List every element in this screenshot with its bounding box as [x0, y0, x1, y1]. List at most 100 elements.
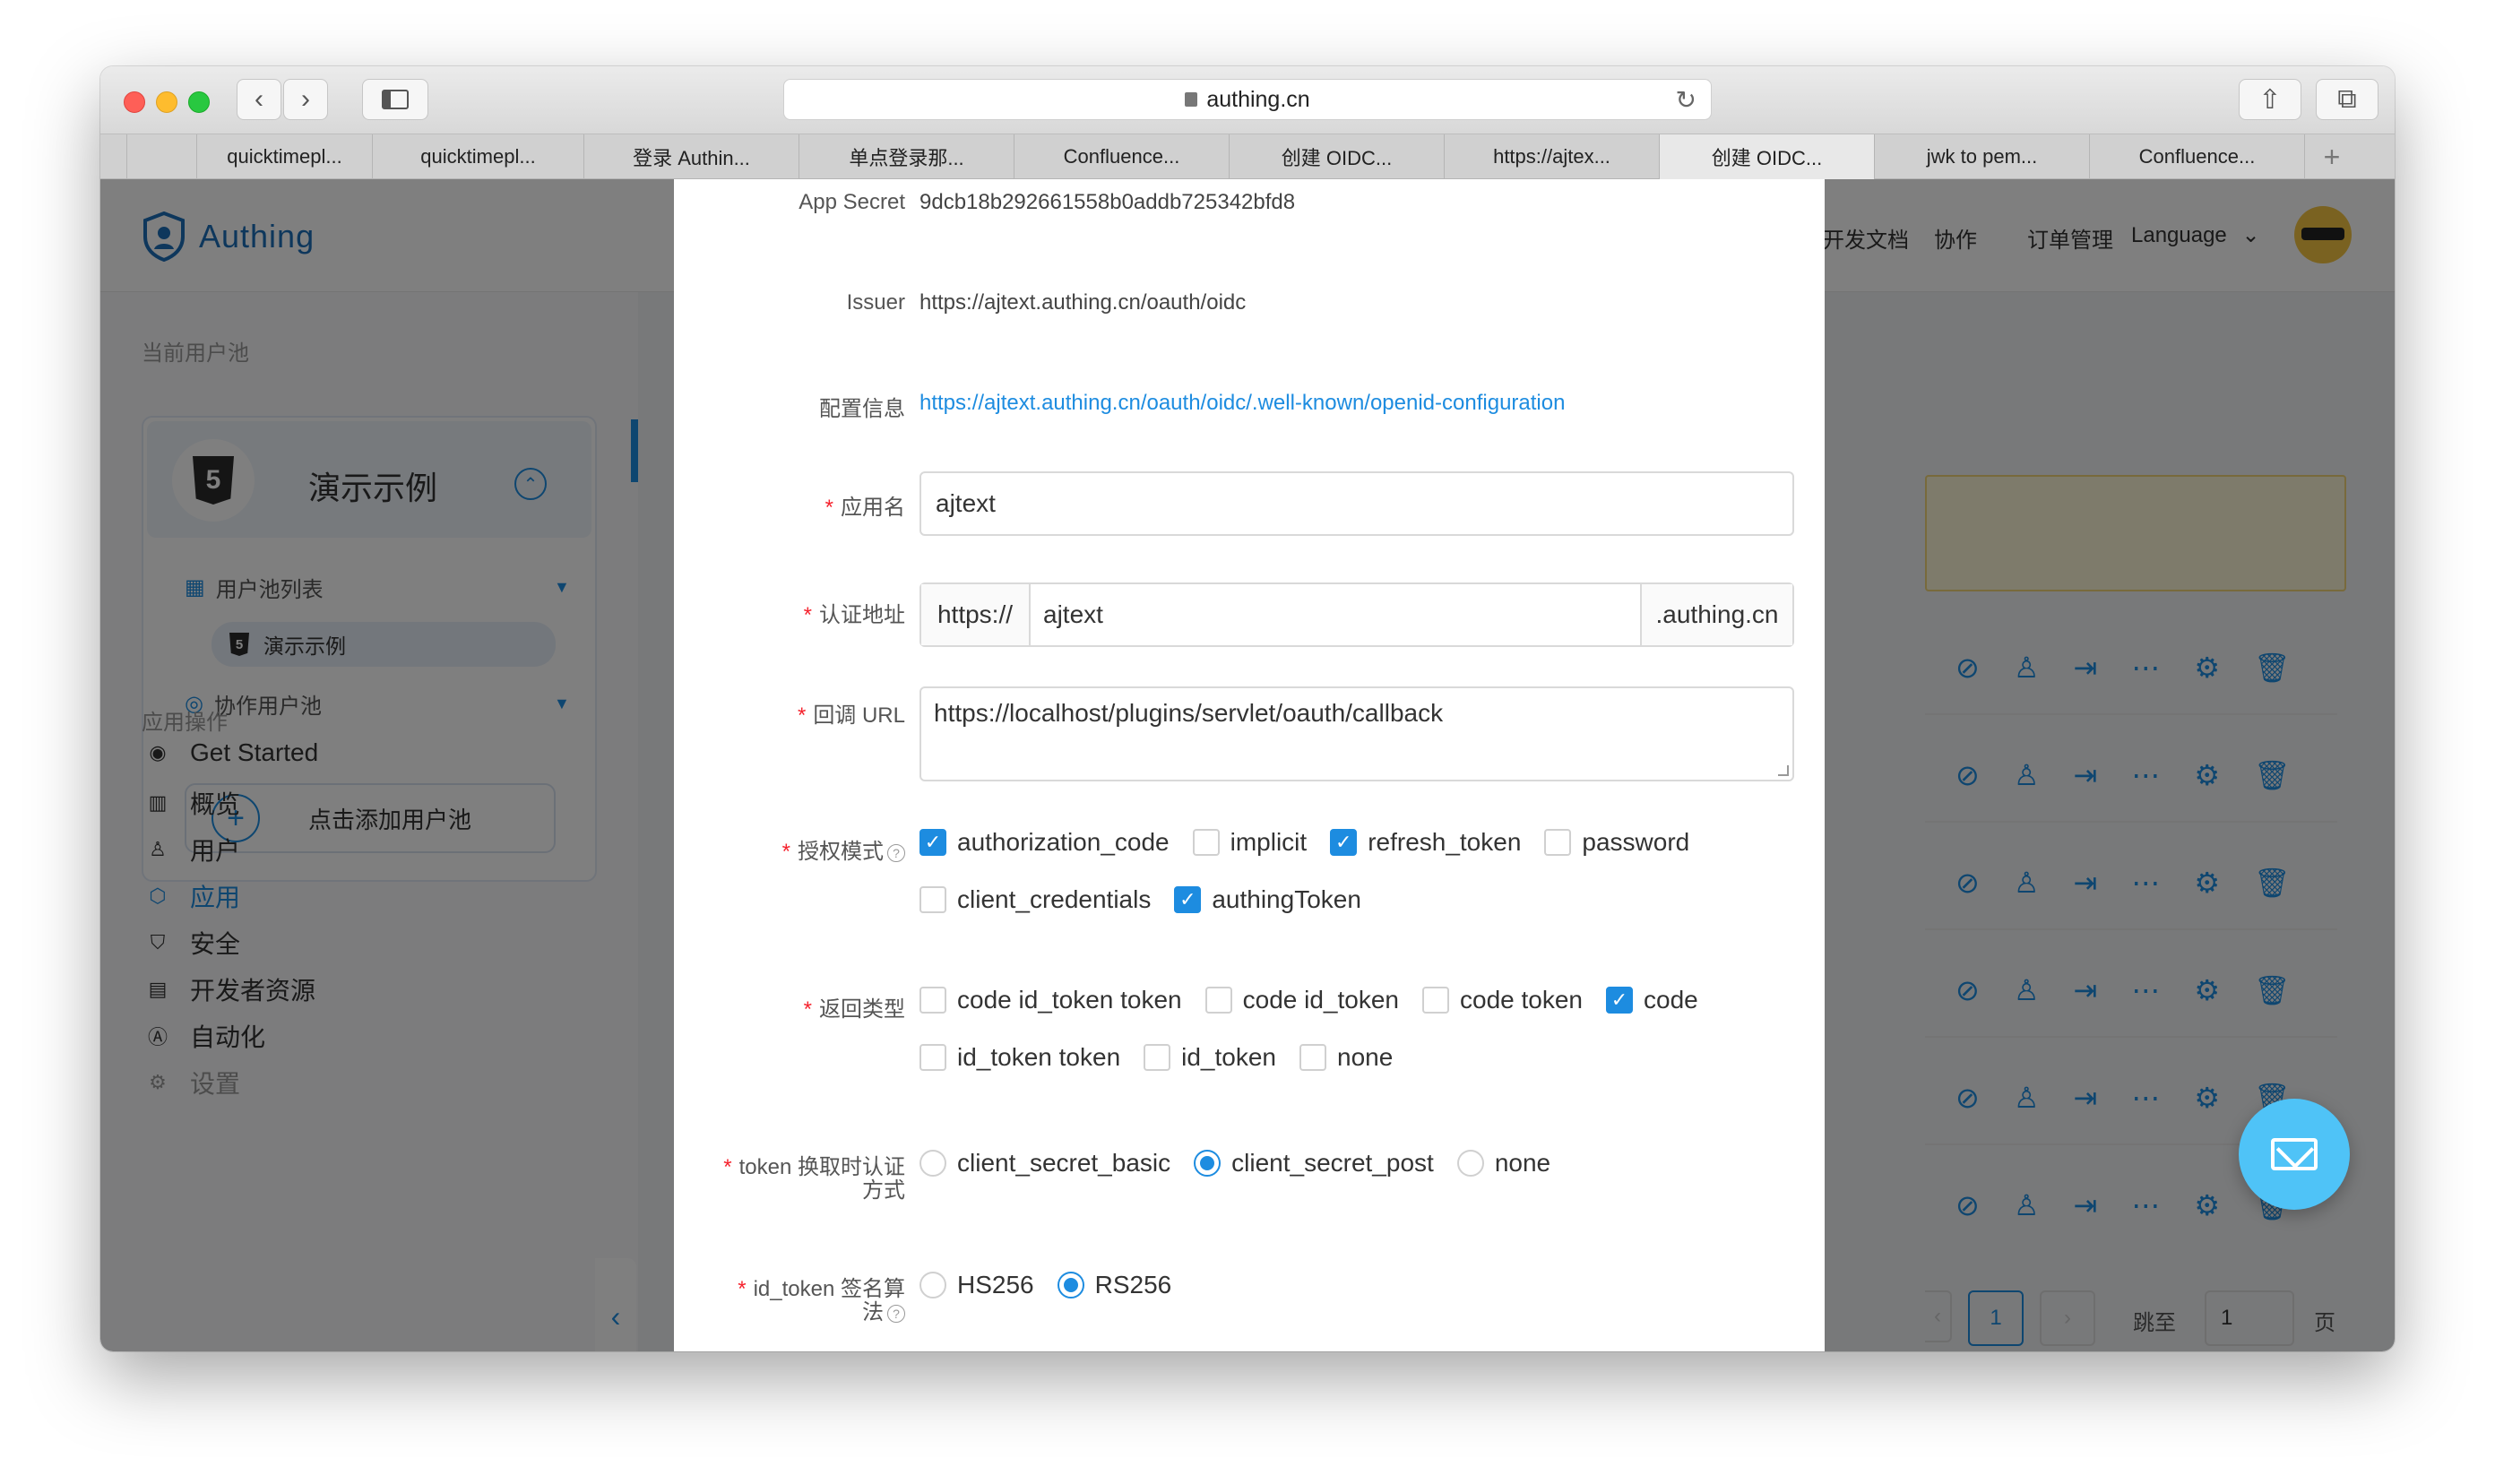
config-link[interactable]: https://ajtext.authing.cn/oauth/oidc/.we… — [919, 391, 1565, 416]
option-label: HS256 — [957, 1271, 1034, 1298]
grant-authorization-code[interactable]: ✓ authorization_code — [919, 828, 1170, 857]
grant-client-credentials[interactable]: client_credentials — [919, 885, 1151, 914]
checkbox-checked-icon[interactable]: ✓ — [1330, 829, 1358, 856]
close-window-button[interactable] — [124, 91, 145, 113]
resize-handle[interactable] — [1778, 765, 1789, 776]
app-name-label: * 应用名 — [825, 489, 905, 521]
label-text: 应用名 — [841, 496, 905, 520]
checkbox-icon[interactable] — [1422, 987, 1449, 1014]
back-button[interactable]: ‹ — [237, 79, 281, 120]
grant-type-row-1: ✓ authorization_code implicit ✓ refresh_to… — [919, 828, 1702, 857]
required-mark: * — [824, 496, 833, 520]
checkbox-icon[interactable] — [1144, 1044, 1171, 1071]
oidc-app-modal: App Secret 9dcb18b292661558b0addb725342b… — [674, 179, 1825, 1351]
reload-icon[interactable]: ↻ — [1676, 85, 1696, 115]
radio-icon[interactable] — [919, 1150, 946, 1177]
tab-bar: quicktimepl... quicktimepl... 登录 Authin.… — [100, 134, 2395, 179]
required-mark: * — [797, 703, 807, 728]
help-icon[interactable]: ? — [887, 1304, 905, 1323]
page-viewport: Authing 开发文档 协作 订单管理 Language ⌄ 当前用户池 5 … — [100, 179, 2395, 1351]
label-text: 返回类型 — [819, 997, 905, 1022]
app-secret-label: App Secret — [799, 190, 905, 214]
response-code-id-token-token[interactable]: code id_token token — [919, 986, 1182, 1014]
grant-password[interactable]: password — [1544, 828, 1689, 857]
address-bar[interactable]: authing.cn ↻ — [783, 79, 1712, 120]
label-text: id_token 签名算 — [753, 1277, 905, 1301]
zoom-window-button[interactable] — [188, 91, 210, 113]
option-label: authorization_code — [957, 828, 1170, 856]
app-name-input[interactable]: ajtext — [919, 471, 1794, 536]
checkbox-checked-icon[interactable]: ✓ — [919, 829, 946, 856]
callback-label: * 回调 URL — [798, 697, 905, 729]
auth-client-secret-basic[interactable]: client_secret_basic — [919, 1149, 1170, 1178]
tab-pinned[interactable] — [127, 134, 197, 179]
tab-overview-button[interactable]: ⧉ — [2316, 79, 2378, 120]
checkbox-checked-icon[interactable]: ✓ — [1174, 886, 1202, 913]
radio-icon[interactable] — [919, 1272, 946, 1298]
tab[interactable]: 单点登录那... — [799, 134, 1014, 179]
label-text: 认证地址 — [819, 603, 905, 627]
token-auth-options: client_secret_basic client_secret_post n… — [919, 1149, 1563, 1178]
option-label: authingToken — [1212, 885, 1361, 913]
tab[interactable]: Confluence... — [2090, 134, 2305, 179]
response-code-token[interactable]: code token — [1422, 986, 1583, 1014]
radio-icon[interactable] — [1456, 1150, 1484, 1177]
share-button[interactable]: ⇧ — [2239, 79, 2301, 120]
label-text: 方式 — [862, 1178, 905, 1203]
option-label: code token — [1460, 986, 1583, 1014]
callback-url-textarea[interactable]: https://localhost/plugins/servlet/oauth/… — [919, 686, 1794, 781]
token-auth-label: * token 换取时认证 方式 — [723, 1156, 905, 1203]
lock-icon — [1185, 92, 1198, 107]
auth-none[interactable]: none — [1456, 1149, 1550, 1178]
option-label: RS256 — [1094, 1271, 1172, 1298]
sidebar-toggle-button[interactable] — [362, 79, 428, 120]
checkbox-icon[interactable] — [1544, 829, 1572, 856]
checkbox-icon[interactable] — [919, 987, 946, 1014]
share-icon: ⇧ — [2258, 84, 2282, 115]
tab[interactable]: quicktimepl... — [197, 134, 373, 179]
tab-pinned[interactable] — [100, 134, 127, 179]
checkbox-icon[interactable] — [919, 886, 946, 913]
tab[interactable]: 登录 Authin... — [584, 134, 799, 179]
tab[interactable]: quicktimepl... — [373, 134, 584, 179]
minimize-window-button[interactable] — [156, 91, 177, 113]
response-none[interactable]: none — [1299, 1043, 1393, 1072]
response-id-token[interactable]: id_token — [1144, 1043, 1276, 1072]
radio-selected-icon[interactable] — [1057, 1272, 1084, 1298]
checkbox-checked-icon[interactable]: ✓ — [1606, 987, 1633, 1014]
tab-active[interactable]: 创建 OIDC... — [1660, 134, 1875, 179]
tab[interactable]: 创建 OIDC... — [1230, 134, 1445, 179]
response-code-id-token[interactable]: code id_token — [1204, 986, 1399, 1014]
response-code[interactable]: ✓ code — [1606, 986, 1698, 1014]
auth-address-group: https:// ajtext .authing.cn — [919, 582, 1794, 647]
tab[interactable]: https://ajtex... — [1445, 134, 1660, 179]
option-label: id_token — [1181, 1043, 1277, 1071]
grant-authing-token[interactable]: ✓ authingToken — [1174, 885, 1361, 914]
checkbox-icon[interactable] — [919, 1044, 946, 1071]
forward-button[interactable]: › — [283, 79, 328, 120]
response-id-token-token[interactable]: id_token token — [919, 1043, 1120, 1072]
address-url: authing.cn — [1206, 86, 1310, 112]
option-label: code id_token — [1242, 986, 1399, 1014]
grant-implicit[interactable]: implicit — [1192, 828, 1307, 857]
checkbox-icon[interactable] — [1204, 987, 1232, 1014]
tab[interactable]: Confluence... — [1014, 134, 1230, 179]
radio-selected-icon[interactable] — [1194, 1150, 1222, 1177]
message-fab[interactable] — [2239, 1099, 2350, 1210]
required-mark: * — [738, 1277, 747, 1301]
tab[interactable]: jwk to pem... — [1875, 134, 2090, 179]
grant-refresh-token[interactable]: ✓ refresh_token — [1330, 828, 1521, 857]
response-type-label: * 返回类型 — [804, 991, 905, 1022]
auth-client-secret-post[interactable]: client_secret_post — [1194, 1149, 1434, 1178]
alg-hs256[interactable]: HS256 — [919, 1271, 1034, 1299]
required-mark: * — [803, 603, 812, 627]
help-icon[interactable]: ? — [887, 843, 905, 862]
issuer-label: Issuer — [846, 290, 905, 315]
option-label: code id_token token — [957, 986, 1182, 1014]
alg-rs256[interactable]: RS256 — [1057, 1271, 1172, 1299]
auth-domain-input[interactable]: ajtext — [1029, 584, 1642, 645]
checkbox-icon[interactable] — [1299, 1044, 1327, 1071]
new-tab-button[interactable]: + — [2305, 134, 2359, 179]
checkbox-icon[interactable] — [1192, 829, 1220, 856]
auth-address-label: * 认证地址 — [804, 597, 905, 628]
